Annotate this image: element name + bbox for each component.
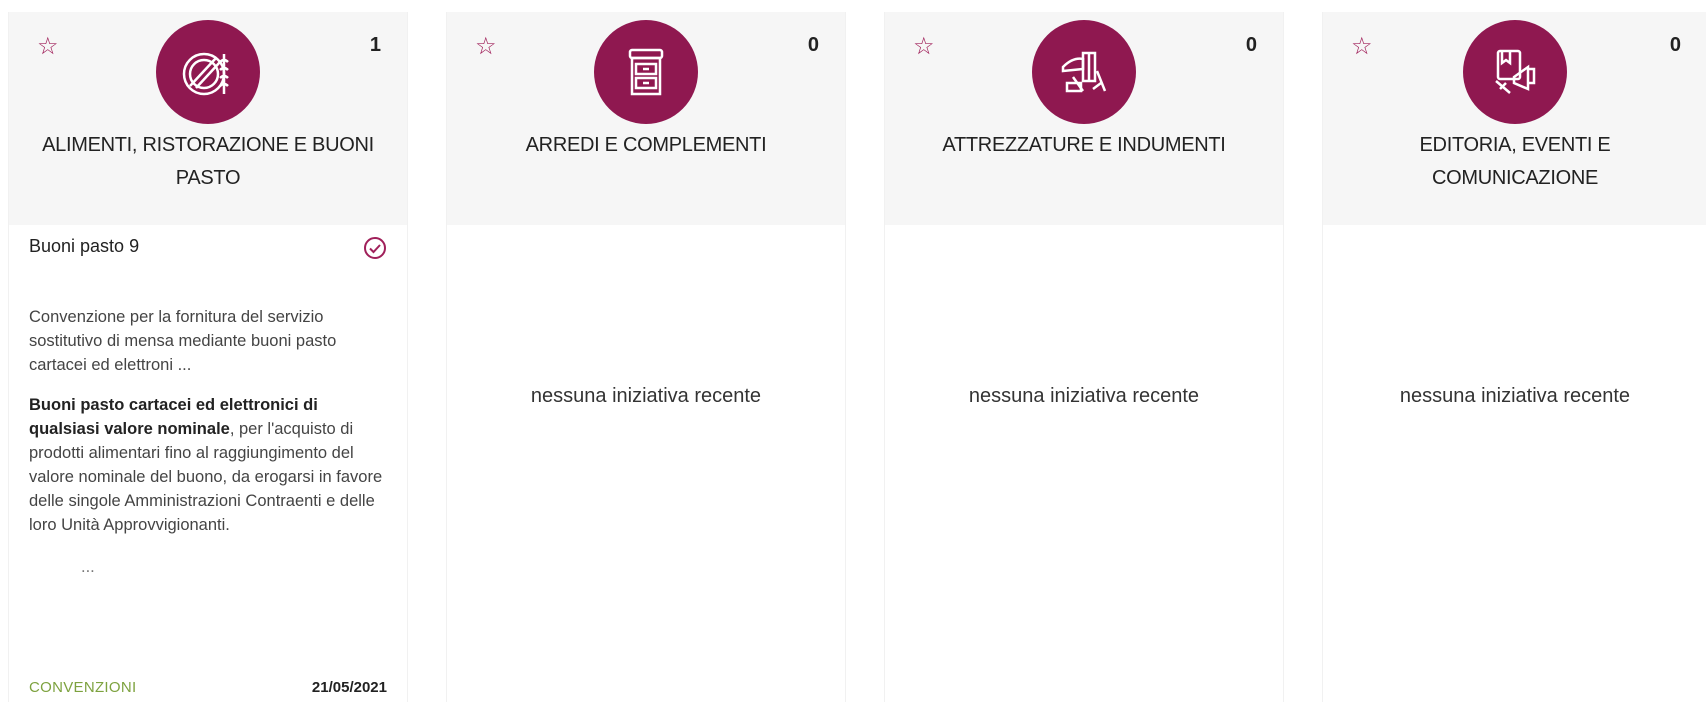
books-megaphone-icon bbox=[1463, 20, 1567, 124]
initiative-date: 21/05/2021 bbox=[311, 679, 387, 696]
star-icon[interactable]: ☆ bbox=[913, 34, 939, 60]
card-header: ☆ 0 ATTREZZATURE E INDUMENTI bbox=[885, 12, 1283, 225]
more-ellipsis: ... bbox=[81, 558, 95, 576]
initiative-type: CONVENZIONI bbox=[29, 679, 137, 696]
empty-message: nessuna iniziativa recente bbox=[1399, 385, 1631, 407]
card-header: ☆ 1 ALIMENTI, RISTORAZIONE E BUONI PASTO bbox=[9, 12, 407, 225]
initiative-item[interactable]: Buoni pasto 9 Convenzione per la fornitu… bbox=[29, 234, 387, 579]
category-title[interactable]: ALIMENTI, RISTORAZIONE E BUONI PASTO bbox=[9, 129, 407, 195]
initiative-description: Convenzione per la fornitura del servizi… bbox=[29, 308, 337, 374]
category-title[interactable]: EDITORIA, EVENTI E COMUNICAZIONE bbox=[1323, 129, 1706, 195]
initiative-title[interactable]: Buoni pasto 9 bbox=[29, 234, 387, 258]
category-card-editoria[interactable]: ☆ 0 EDITORIA, EVENTI E COMUNICAZIONE nes… bbox=[1322, 12, 1706, 702]
initiative-count: 0 bbox=[1669, 34, 1681, 56]
empty-message: nessuna iniziativa recente bbox=[530, 385, 762, 407]
star-icon[interactable]: ☆ bbox=[1351, 34, 1377, 60]
food-icon bbox=[156, 20, 260, 124]
check-circle-icon bbox=[364, 237, 386, 259]
initiative-count: 0 bbox=[807, 34, 819, 56]
card-header: ☆ 0 ARREDI E COMPLEMENTI bbox=[447, 12, 845, 225]
category-card-attrezzature[interactable]: ☆ 0 ATTREZZATURE E INDUMENTI nessuna ini… bbox=[884, 12, 1284, 702]
initiative-count: 0 bbox=[1245, 34, 1257, 56]
initiative-details: Buoni pasto cartacei ed elettronici di q… bbox=[29, 393, 387, 537]
category-title[interactable]: ARREDI E COMPLEMENTI bbox=[447, 129, 845, 162]
star-icon[interactable]: ☆ bbox=[475, 34, 501, 60]
cabinet-icon bbox=[594, 20, 698, 124]
initiative-footer: CONVENZIONI 21/05/2021 bbox=[29, 679, 387, 696]
star-icon[interactable]: ☆ bbox=[37, 34, 63, 60]
empty-message: nessuna iniziativa recente bbox=[968, 385, 1200, 407]
tools-clothing-icon bbox=[1032, 20, 1136, 124]
category-title[interactable]: ATTREZZATURE E INDUMENTI bbox=[885, 129, 1283, 162]
category-card-arredi[interactable]: ☆ 0 ARREDI E COMPLEMENTI nessuna iniziat… bbox=[446, 12, 846, 702]
initiative-count: 1 bbox=[369, 34, 381, 56]
card-header: ☆ 0 EDITORIA, EVENTI E COMUNICAZIONE bbox=[1323, 12, 1706, 225]
category-card-alimenti[interactable]: ☆ 1 ALIMENTI, RISTORAZIONE E BUONI PASTO… bbox=[8, 12, 408, 702]
